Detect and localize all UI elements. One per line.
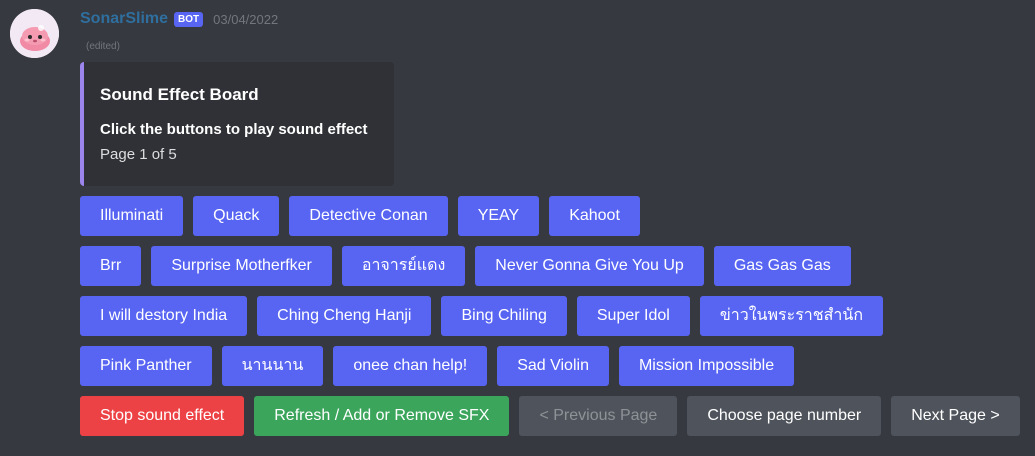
stop-sound-button[interactable]: Stop sound effect: [80, 396, 245, 436]
sound-button-row-4: Pink Panther นานนาน onee chan help! Sad …: [80, 346, 795, 386]
bot-badge: BOT: [174, 11, 204, 27]
edited-label: (edited): [86, 41, 120, 52]
sound-button-row-2: Brr Surprise Motherfker อาจารย์แดง Never…: [80, 246, 851, 286]
sound-button[interactable]: Super Idol: [576, 296, 690, 336]
sound-button[interactable]: Illuminati: [80, 196, 184, 236]
sound-button[interactable]: YEAY: [457, 196, 540, 236]
sound-button[interactable]: นานนาน: [221, 346, 324, 386]
sound-button[interactable]: ข่าวในพระราชสำนัก: [699, 296, 884, 336]
sound-button[interactable]: Mission Impossible: [618, 346, 795, 386]
username[interactable]: SonarSlime: [80, 10, 168, 28]
sound-button[interactable]: Never Gonna Give You Up: [475, 246, 704, 286]
sound-button[interactable]: Surprise Motherfker: [151, 246, 332, 286]
sound-button[interactable]: Brr: [80, 246, 142, 286]
page-indicator: Page 1 of 5: [100, 146, 177, 163]
sound-button[interactable]: Sad Violin: [497, 346, 609, 386]
embed-description: Click the buttons to play sound effect: [100, 121, 368, 138]
slime-avatar-icon: [10, 9, 59, 58]
sound-button[interactable]: Detective Conan: [289, 196, 448, 236]
sound-button-row-1: Illuminati Quack Detective Conan YEAY Ka…: [80, 196, 640, 236]
bot-avatar[interactable]: [10, 9, 59, 58]
previous-page-button: < Previous Page: [519, 396, 678, 436]
sound-button[interactable]: Quack: [193, 196, 280, 236]
sound-button[interactable]: อาจารย์แดง: [341, 246, 466, 286]
sound-button[interactable]: Ching Cheng Hanji: [257, 296, 432, 336]
control-button-row: Stop sound effect Refresh / Add or Remov…: [80, 396, 1020, 436]
sound-button[interactable]: onee chan help!: [333, 346, 488, 386]
sound-button[interactable]: Gas Gas Gas: [713, 246, 851, 286]
sound-button[interactable]: Bing Chiling: [441, 296, 567, 336]
discord-message: SonarSlime BOT 03/04/2022 (edited) Sound…: [0, 0, 1035, 456]
refresh-button[interactable]: Refresh / Add or Remove SFX: [254, 396, 510, 436]
sound-button[interactable]: Pink Panther: [80, 346, 212, 386]
timestamp: 03/04/2022: [213, 11, 279, 27]
sound-button[interactable]: I will destory India: [80, 296, 248, 336]
embed-title: Sound Effect Board: [100, 85, 259, 104]
sound-board-embed: Sound Effect Board Click the buttons to …: [80, 62, 394, 186]
message-header: SonarSlime BOT 03/04/2022: [80, 8, 278, 30]
choose-page-button[interactable]: Choose page number: [687, 396, 882, 436]
sound-button-row-3: I will destory India Ching Cheng Hanji B…: [80, 296, 884, 336]
sound-button[interactable]: Kahoot: [549, 196, 640, 236]
next-page-button[interactable]: Next Page >: [891, 396, 1020, 436]
